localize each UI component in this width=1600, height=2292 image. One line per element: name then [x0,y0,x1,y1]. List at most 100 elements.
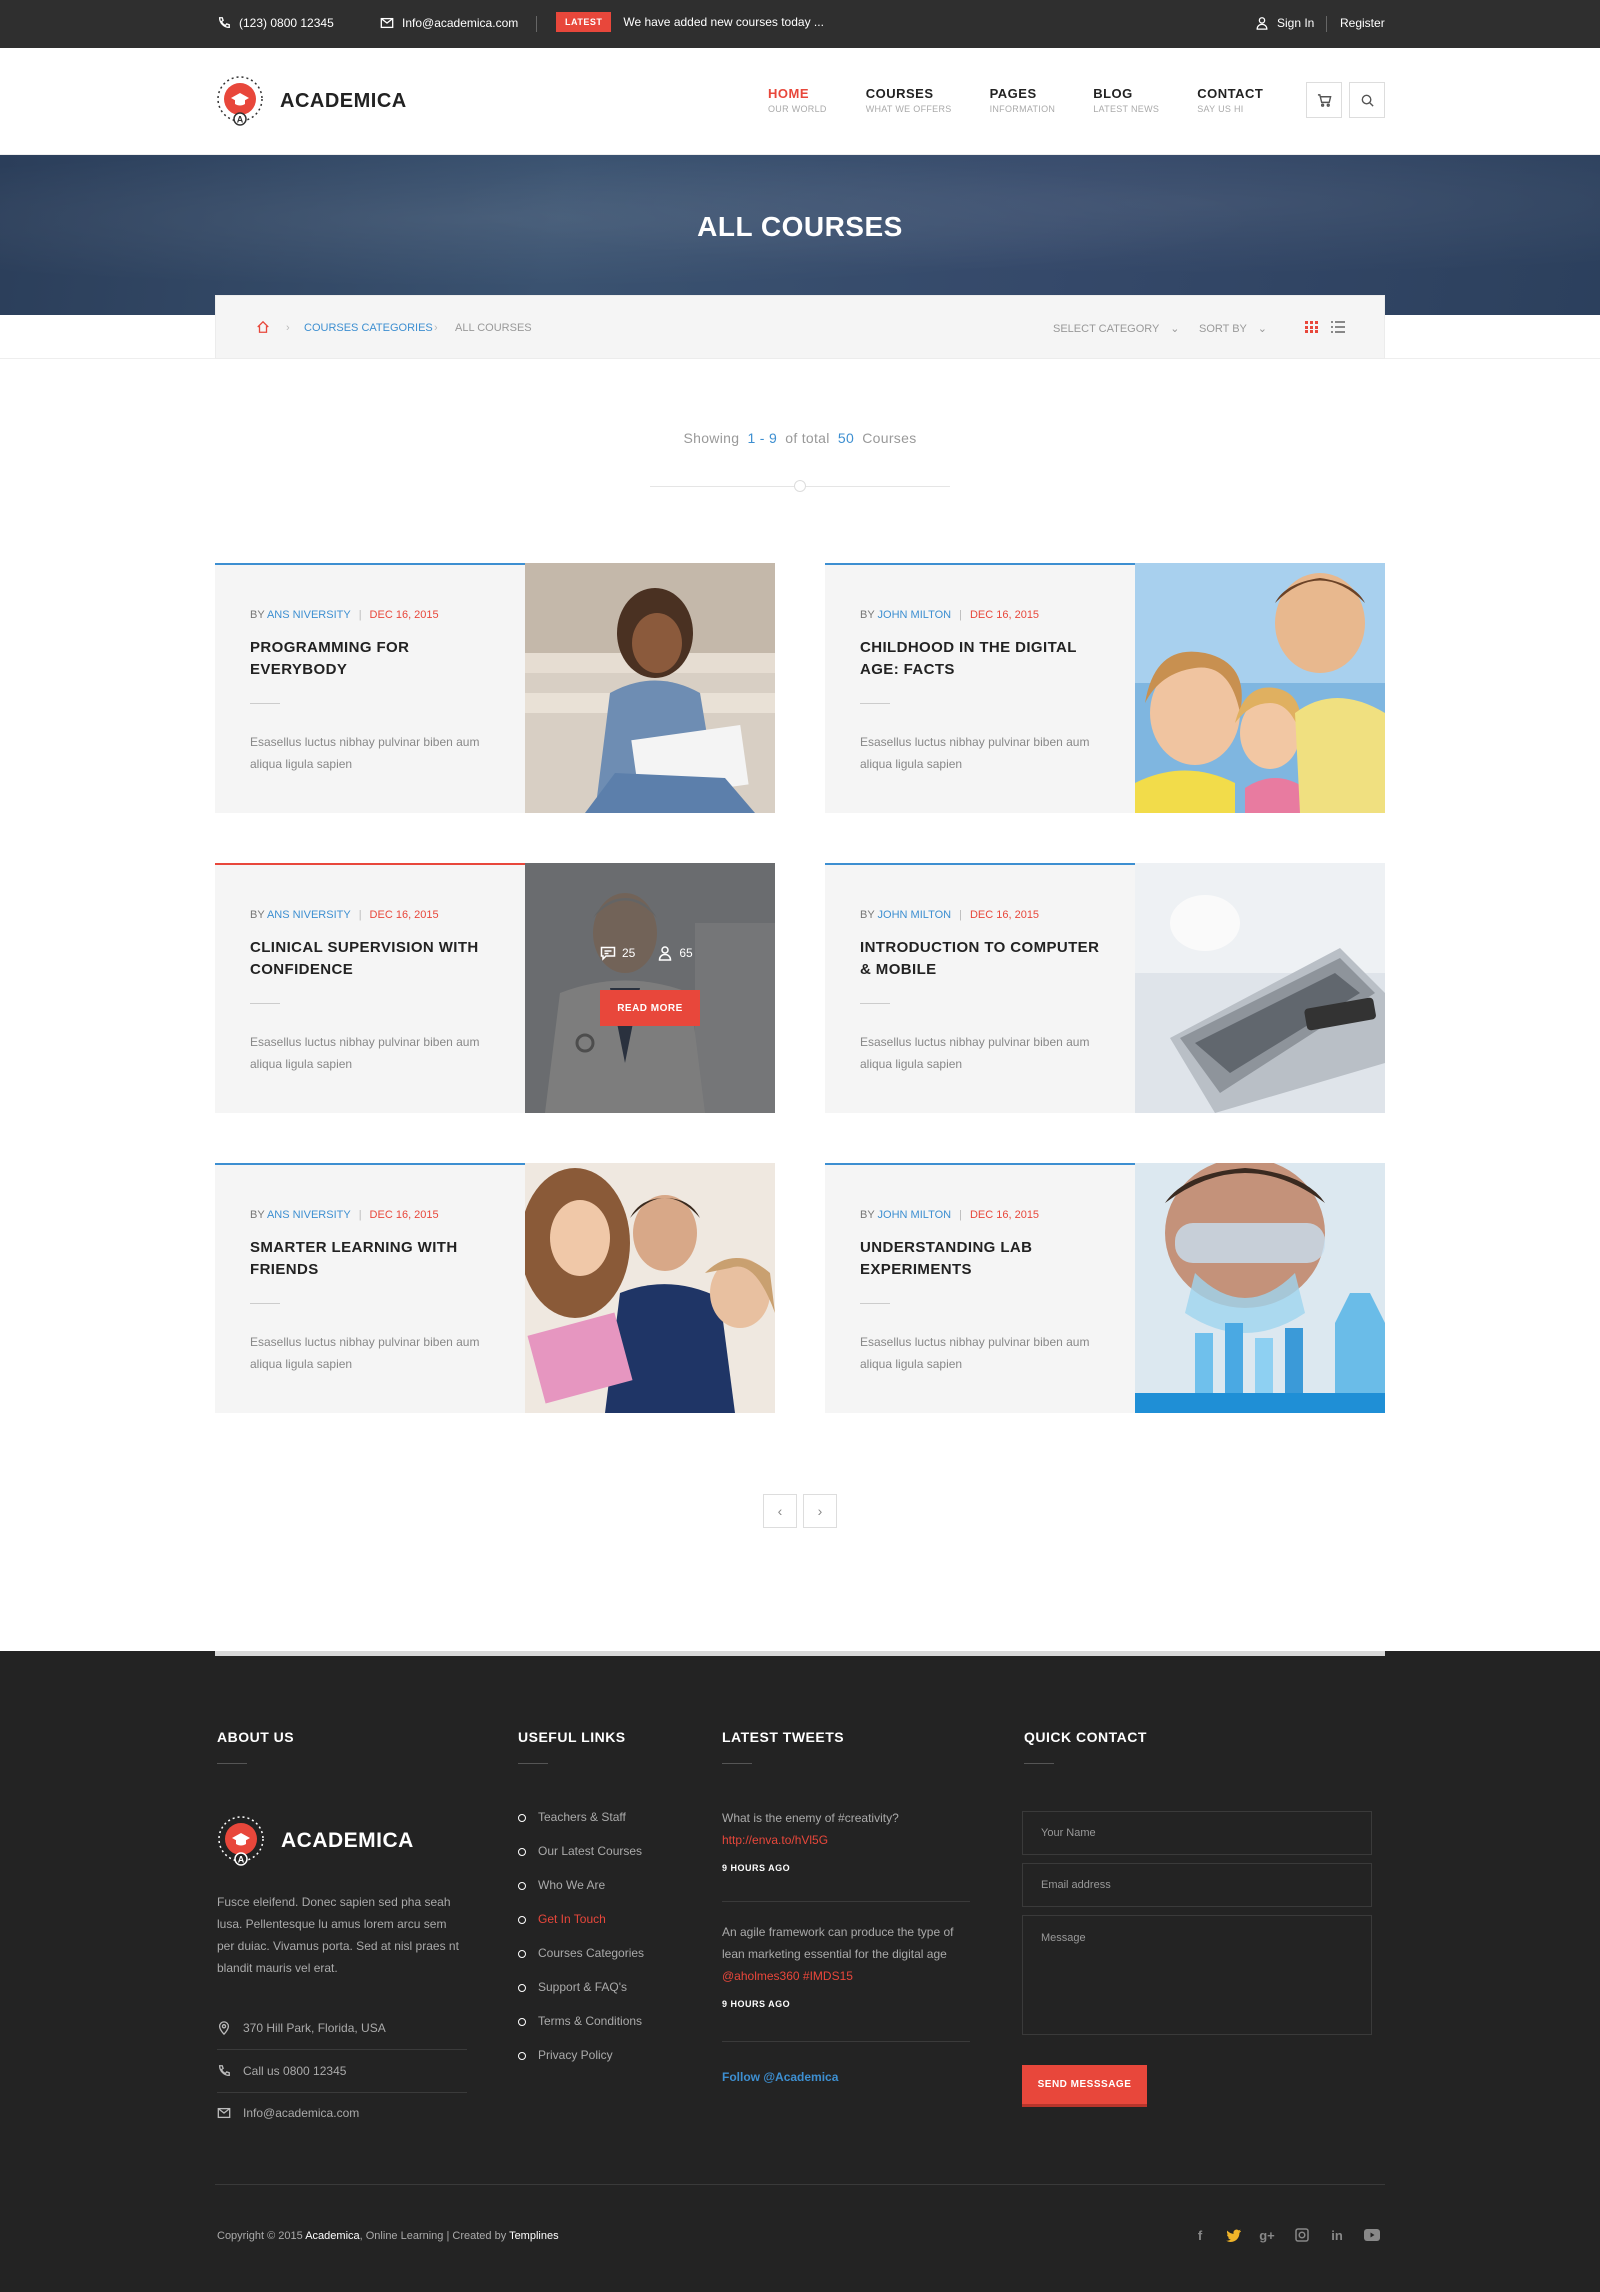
nav-blog-sub: LATEST NEWS [1093,104,1160,114]
nav-courses[interactable]: COURSES WHAT WE OFFERS [866,86,952,114]
footer-logo[interactable]: A ACADEMICA [215,1815,414,1867]
topbar-phone-text: (123) 0800 12345 [239,16,334,30]
list-view-icon [1331,321,1345,333]
course-card[interactable]: BY JOHN MILTON | DEC 16, 2015 INTRODUCTION… [825,863,1385,1113]
course-by: BY [250,909,265,921]
sign-in-link[interactable]: Sign In [1255,16,1314,30]
footer-contact-column: QUICK CONTACT [1024,1729,1147,1764]
next-page-button[interactable]: › [803,1494,837,1528]
grid-view-icon [1305,321,1318,333]
course-card[interactable]: BY ANS NIVERSITY | DEC 16, 2015 SMARTER LE… [215,1163,775,1413]
cart-button[interactable] [1306,82,1342,118]
topbar-email[interactable]: Info@academica.com [380,16,518,30]
facebook-icon[interactable]: f [1190,2225,1210,2245]
course-card[interactable]: BY ANS NIVERSITY | DEC 16, 2015 PROGRAMMIN… [215,563,775,813]
contact-message-textarea[interactable]: Message [1022,1915,1372,2035]
tweet-time: 9 HOURS AGO [722,1999,791,2009]
course-author[interactable]: JOHN MILTON [878,909,952,921]
tweet-link[interactable]: http://enva.to/hVl5G [722,1833,828,1847]
latest-news-ticker[interactable]: LATEST We have added new courses today .… [556,12,824,32]
footer-link[interactable]: Privacy Policy [518,2048,644,2082]
nav-pages[interactable]: PAGES INFORMATION [990,86,1056,114]
footer-tweets-title: LATEST TWEETS [722,1729,845,1745]
course-image[interactable]: 25 65 READ MORE [525,863,775,1113]
topbar-phone[interactable]: (123) 0800 12345 [217,16,334,30]
course-image[interactable] [525,563,775,813]
course-image[interactable] [1135,563,1385,813]
course-title[interactable]: INTRODUCTION TO COMPUTER & MOBILE [860,937,1100,981]
course-image[interactable] [1135,1163,1385,1413]
nav-contact[interactable]: CONTACT SAY US HI [1197,86,1263,114]
course-description: Esasellus luctus nibhay pulvinar biben a… [250,735,480,771]
breadcrumb-courses-categories[interactable]: COURSES CATEGORIES [304,322,433,334]
breadcrumb-home[interactable] [256,320,270,337]
cart-icon [1317,93,1331,107]
follow-twitter-link[interactable]: Follow @Academica [722,2070,838,2084]
youtube-icon[interactable] [1362,2225,1382,2245]
nav-pages-sub: INFORMATION [989,104,1056,114]
showing-prefix: Showing [683,430,740,446]
logo-letter: A [238,1855,245,1865]
course-title[interactable]: UNDERSTANDING LAB EXPERIMENTS [860,1237,1100,1281]
site-logo[interactable]: A ACADEMICA [214,75,407,127]
showing-total: 50 [837,430,855,446]
footer-phone[interactable]: Call us 0800 12345 [217,2064,467,2093]
contact-name-input[interactable]: Your Name [1022,1811,1372,1855]
nav-blog[interactable]: BLOG LATEST NEWS [1093,86,1159,114]
twitter-icon[interactable] [1223,2225,1243,2245]
course-author[interactable]: ANS NIVERSITY [267,609,351,621]
course-author[interactable]: JOHN MILTON [878,1209,952,1221]
footer-links-title: USEFUL LINKS [518,1729,626,1745]
footer-link[interactable]: Get In Touch [518,1912,644,1946]
chevron-down-icon: ⌄ [1170,323,1180,335]
copyright-text: Copyright © 2015 Academica, Online Learn… [217,2230,559,2242]
course-title[interactable]: PROGRAMMING FOR EVERYBODY [250,637,490,681]
useful-links-list: Teachers & Staff Our Latest Courses Who … [518,1810,644,2082]
site-footer: ABOUT US A ACADEMICA Fusce eleifend. Don… [0,1651,1600,2292]
course-author[interactable]: ANS NIVERSITY [267,909,351,921]
tweet-item: An agile framework can produce the type … [722,1921,972,2015]
course-image[interactable] [1135,863,1385,1113]
nav-pages-title: PAGES [989,86,1037,101]
logo-emblem-icon: A [215,1815,267,1867]
footer-link[interactable]: Support & FAQ's [518,1980,644,2014]
tweet-tags[interactable]: @aholmes360 #IMDS15 [722,1969,853,1983]
showing-suffix: Courses [862,430,917,446]
course-card[interactable]: BY JOHN MILTON | DEC 16, 2015 UNDERSTANDIN… [825,1163,1385,1413]
breadcrumb-current: ALL COURSES [455,322,532,334]
search-button[interactable] [1349,82,1385,118]
footer-link[interactable]: Our Latest Courses [518,1844,644,1878]
select-category-dropdown[interactable]: SELECT CATEGORY ⌄ [1053,322,1179,335]
linkedin-icon[interactable]: in [1327,2225,1347,2245]
grid-view-button[interactable] [1305,321,1318,336]
tweet-text: An agile framework can produce the type … [722,1925,954,1961]
read-more-button[interactable]: READ MORE [600,990,700,1026]
google-plus-icon[interactable]: g+ [1257,2225,1277,2245]
send-message-button[interactable]: SEND MESSSAGE [1022,2065,1147,2107]
course-author[interactable]: JOHN MILTON [878,609,952,621]
footer-email[interactable]: Info@academica.com [217,2106,467,2134]
nav-home[interactable]: HOME OUR WORLD [768,86,827,114]
list-view-button[interactable] [1331,321,1345,336]
register-link[interactable]: Register [1340,16,1385,30]
contact-email-input[interactable]: Email address [1022,1863,1372,1907]
footer-link[interactable]: Terms & Conditions [518,2014,644,2048]
instagram-icon[interactable] [1292,2225,1312,2245]
course-title[interactable]: CLINICAL SUPERVISION WITH CONFIDENCE [250,937,490,981]
copyright-brand[interactable]: Academica [305,2230,359,2242]
course-title[interactable]: SMARTER LEARNING WITH FRIENDS [250,1237,490,1281]
sort-by-dropdown[interactable]: SORT BY ⌄ [1199,322,1267,335]
course-author[interactable]: ANS NIVERSITY [267,1209,351,1221]
footer-link[interactable]: Courses Categories [518,1946,644,1980]
course-card[interactable]: BY JOHN MILTON | DEC 16, 2015 CHILDHOOD IN… [825,563,1385,813]
phone-icon [218,17,230,29]
footer-link[interactable]: Who We Are [518,1878,644,1912]
footer-link[interactable]: Teachers & Staff [518,1810,644,1844]
course-image[interactable] [525,1163,775,1413]
mail-icon [217,2107,231,2119]
copyright-creator[interactable]: Templines [509,2230,559,2242]
course-title[interactable]: CHILDHOOD IN THE DIGITAL AGE: FACTS [860,637,1100,681]
prev-page-button[interactable]: ‹ [763,1494,797,1528]
footer-address-text: 370 Hill Park, Florida, USA [243,2021,386,2035]
course-card[interactable]: BY ANS NIVERSITY | DEC 16, 2015 CLINICAL S… [215,863,775,1113]
